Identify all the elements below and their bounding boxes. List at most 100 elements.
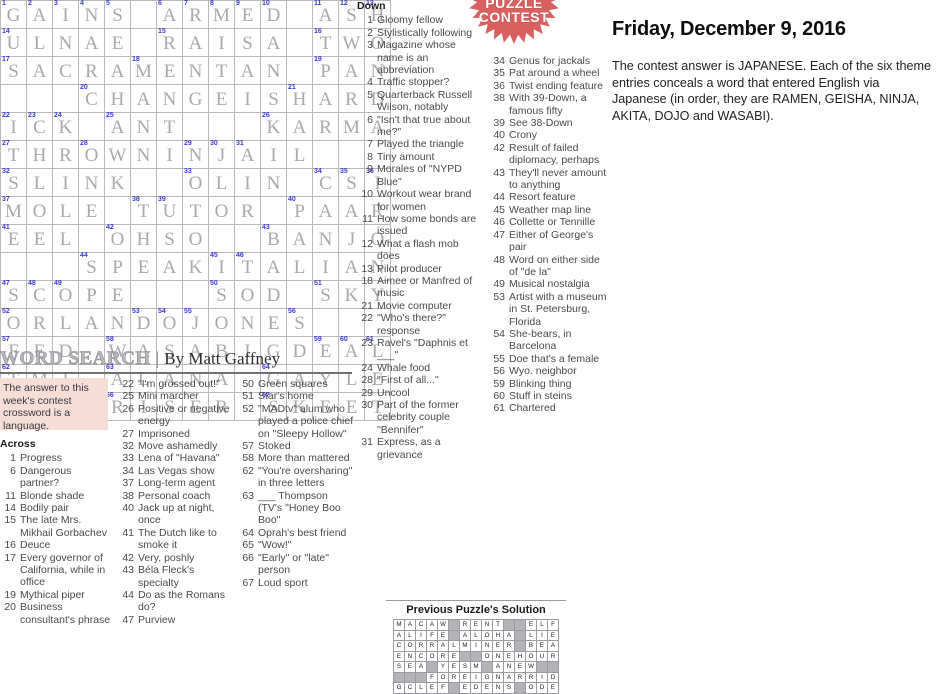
crossword-cell[interactable]: L xyxy=(208,168,235,197)
down-clue[interactable]: 22 "Who's there?" response xyxy=(357,312,482,337)
across-clue[interactable]: 41 The Dutch like to smoke it xyxy=(118,527,232,552)
crossword-cell[interactable]: 5S xyxy=(104,0,131,29)
crossword-cell[interactable]: P xyxy=(104,252,131,281)
crossword-cell[interactable]: E xyxy=(208,84,235,113)
crossword-cell[interactable]: 21 H xyxy=(286,84,313,113)
crossword-cell[interactable]: 24 K xyxy=(52,112,79,141)
across-clue[interactable]: 27 Imprisoned xyxy=(118,428,232,440)
crossword-cell[interactable]: N xyxy=(312,224,339,253)
crossword-cell[interactable]: 16 T xyxy=(312,28,339,57)
crossword-cell[interactable]: N xyxy=(260,56,287,85)
across-clue[interactable]: 43 Béla Fleck's specialty xyxy=(118,564,232,589)
across-clue[interactable]: 32 Move ashamedly xyxy=(118,440,232,452)
crossword-cell[interactable]: A xyxy=(182,28,209,57)
crossword-cell[interactable]: 19 P xyxy=(312,56,339,85)
down-clue[interactable]: 8 Tiny amount xyxy=(357,151,482,163)
crossword-cell[interactable]: L xyxy=(52,224,79,253)
down-clue[interactable]: 24 Whale food xyxy=(357,362,482,374)
across-clue[interactable]: 66 "Early" or "late" person xyxy=(238,552,354,577)
crossword-cell[interactable]: A xyxy=(130,84,157,113)
crossword-cell[interactable]: A xyxy=(78,28,105,57)
crossword-cell[interactable]: H xyxy=(26,140,53,169)
across-clue[interactable]: 16 Deuce xyxy=(0,539,112,551)
across-clue[interactable]: 25 Mini marcher xyxy=(118,390,232,402)
crossword-cell[interactable]: E xyxy=(78,196,105,225)
crossword-cell[interactable]: H xyxy=(130,224,157,253)
crossword-cell[interactable]: 49 O xyxy=(52,280,79,309)
crossword-cell[interactable]: 26 K xyxy=(260,112,287,141)
down-clue[interactable]: 53 Artist with a museum in St. Petersburg… xyxy=(489,291,609,328)
crossword-cell[interactable]: S xyxy=(260,84,287,113)
crossword-cell[interactable]: A xyxy=(156,252,183,281)
crossword-cell[interactable]: E xyxy=(130,252,157,281)
crossword-cell[interactable]: 52 O xyxy=(0,308,27,337)
down-clue[interactable]: 34 Genus for jackals xyxy=(489,55,609,67)
crossword-cell[interactable]: 38 T xyxy=(130,196,157,225)
crossword-cell[interactable]: 43 B xyxy=(260,224,287,253)
crossword-cell[interactable]: 3I xyxy=(52,0,79,29)
crossword-cell[interactable]: L xyxy=(286,140,313,169)
crossword-cell[interactable]: R xyxy=(312,112,339,141)
crossword-cell[interactable]: 10 D xyxy=(260,0,287,29)
across-clue[interactable]: 1 Progress xyxy=(0,452,112,464)
crossword-cell[interactable]: 22 I xyxy=(0,112,27,141)
down-clue[interactable]: 18 Aimee or Manfred of music xyxy=(357,275,482,300)
crossword-cell[interactable]: I xyxy=(234,84,261,113)
crossword-cell[interactable]: T xyxy=(156,112,183,141)
across-clue[interactable]: 65 "Wow!" xyxy=(238,539,354,551)
crossword-cell[interactable]: O xyxy=(208,308,235,337)
crossword-cell[interactable]: K xyxy=(182,252,209,281)
down-clue[interactable]: 61 Chartered xyxy=(489,402,609,414)
crossword-cell[interactable]: 14 U xyxy=(0,28,27,57)
crossword-cell[interactable]: 8M xyxy=(208,0,235,29)
crossword-cell[interactable]: 25 A xyxy=(104,112,131,141)
crossword-cell[interactable]: N xyxy=(156,84,183,113)
crossword-cell[interactable]: 31 A xyxy=(234,140,261,169)
crossword-cell[interactable]: 18 M xyxy=(130,56,157,85)
crossword-cell[interactable]: 47 S xyxy=(0,280,27,309)
crossword-cell[interactable]: 45 I xyxy=(208,252,235,281)
crossword-cell[interactable]: A xyxy=(312,196,339,225)
crossword-cell[interactable]: 50 S xyxy=(208,280,235,309)
crossword-cell[interactable]: 15 R xyxy=(156,28,183,57)
crossword-cell[interactable]: 39 U xyxy=(156,196,183,225)
down-clue[interactable]: 40 Crony xyxy=(489,129,609,141)
down-clue[interactable]: 39 See 38-Down xyxy=(489,117,609,129)
down-clue[interactable]: 59 Blinking thing xyxy=(489,378,609,390)
down-clue[interactable]: 6 "Isn't that true about me?" xyxy=(357,114,482,139)
crossword-cell[interactable]: 37 M xyxy=(0,196,27,225)
across-clue[interactable]: 11 Blonde shade xyxy=(0,490,112,502)
crossword-cell[interactable]: O xyxy=(26,196,53,225)
crossword-cell[interactable]: W xyxy=(104,140,131,169)
crossword-cell[interactable]: R xyxy=(52,140,79,169)
crossword-cell[interactable]: 11 A xyxy=(312,0,339,29)
crossword-cell[interactable]: N xyxy=(78,168,105,197)
across-clue[interactable]: 58 More than mattered xyxy=(238,452,354,464)
crossword-cell[interactable]: A xyxy=(260,252,287,281)
crossword-cell[interactable]: A xyxy=(26,56,53,85)
crossword-cell[interactable]: 27 T xyxy=(0,140,27,169)
crossword-cell[interactable]: 29 N xyxy=(182,140,209,169)
across-clue[interactable]: 64 Oprah's best friend xyxy=(238,527,354,539)
crossword-cell[interactable]: N xyxy=(234,308,261,337)
crossword-cell[interactable]: 54 O xyxy=(156,308,183,337)
down-clue[interactable]: 36 Twist ending feature xyxy=(489,80,609,92)
down-clue[interactable]: 1 Gloomy fellow xyxy=(357,14,482,26)
crossword-cell[interactable]: 42 O xyxy=(104,224,131,253)
crossword-cell[interactable]: I xyxy=(260,140,287,169)
crossword-cell[interactable]: E xyxy=(104,28,131,57)
crossword-cell[interactable]: 1G xyxy=(0,0,27,29)
crossword-cell[interactable]: N xyxy=(130,140,157,169)
crossword-cell[interactable]: S xyxy=(234,28,261,57)
down-clue[interactable]: 5 Quarterback Russell Wilson, notably xyxy=(357,89,482,114)
down-clue[interactable]: 56 Wyo. neighbor xyxy=(489,365,609,377)
across-clue[interactable]: 17 Every governor of California, while in… xyxy=(0,552,112,589)
crossword-cell[interactable]: 34 C xyxy=(312,168,339,197)
across-clue[interactable]: 34 Las Vegas show xyxy=(118,465,232,477)
down-clue[interactable]: 44 Resort feature xyxy=(489,191,609,203)
crossword-cell[interactable]: R xyxy=(78,56,105,85)
across-clue[interactable]: 6 Dangerous partner? xyxy=(0,465,112,490)
down-clue[interactable]: 12 What a flash mob does xyxy=(357,238,482,263)
crossword-cell[interactable]: 17 S xyxy=(0,56,27,85)
crossword-cell[interactable]: 44 S xyxy=(78,252,105,281)
